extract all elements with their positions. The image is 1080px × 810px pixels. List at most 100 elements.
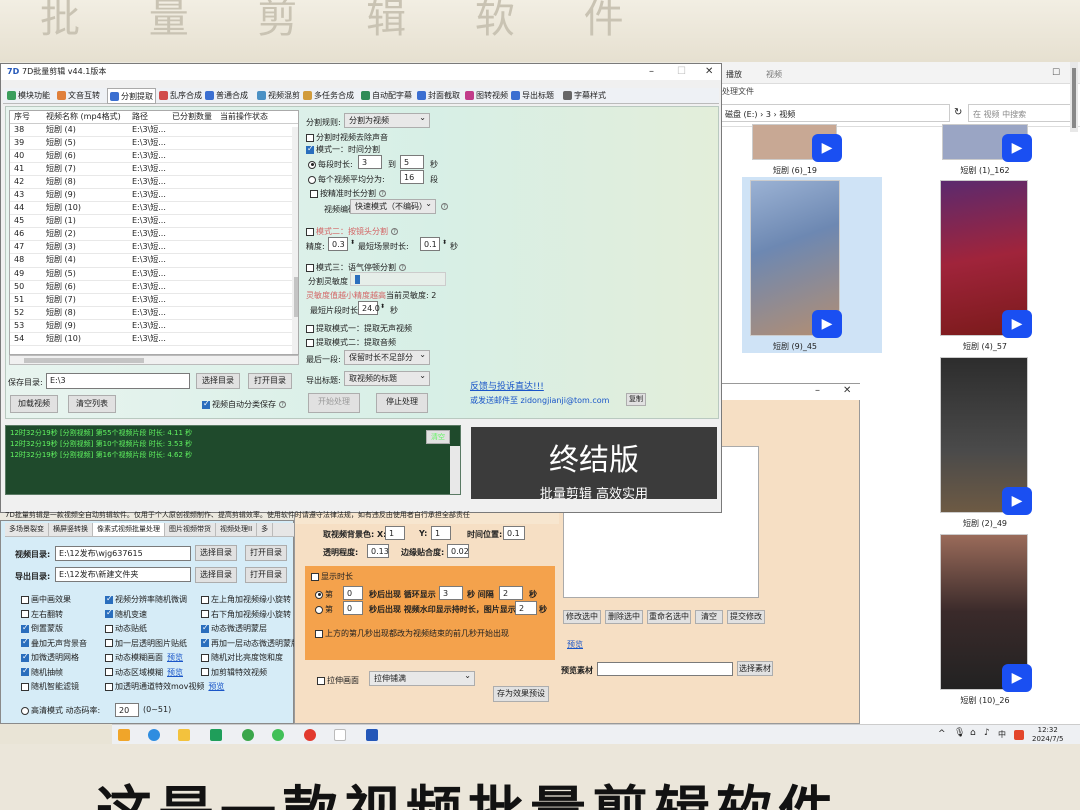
file-name[interactable]: 短剧 (4)_57 xyxy=(940,341,1030,352)
tab-7[interactable]: 自动配字幕 xyxy=(361,90,412,101)
bitrate-input[interactable]: 20 xyxy=(115,703,139,717)
stop-process-button[interactable]: 停止处理 xyxy=(376,393,428,413)
mode1-option[interactable]: 模式一：时间分割 xyxy=(306,144,380,155)
tab-6[interactable]: 多任务合成 xyxy=(303,90,354,101)
effect-option[interactable]: 动态微透明蒙层 xyxy=(201,623,267,634)
effect-checkbox[interactable] xyxy=(105,608,113,618)
last-seg-select[interactable]: 保留时长不足部分 xyxy=(344,349,430,365)
y-input[interactable]: 1 xyxy=(431,526,451,540)
edge-input[interactable]: 0.02 xyxy=(447,544,469,558)
edge-browser-icon[interactable] xyxy=(148,729,160,741)
extract2-checkbox[interactable] xyxy=(306,338,314,347)
effect-checkbox[interactable] xyxy=(21,682,29,691)
table-row[interactable]: 47 短剧 (3) E:\3\短... xyxy=(10,241,298,255)
effect-checkbox[interactable] xyxy=(21,595,29,604)
load-video-button[interactable]: 加载视频 xyxy=(10,395,58,413)
antivirus-icon[interactable] xyxy=(1014,730,1024,740)
open-video-dir-button[interactable]: 打开目录 xyxy=(245,545,287,561)
clear-list-button[interactable]: 清空列表 xyxy=(68,395,116,413)
effect-checkbox[interactable] xyxy=(21,637,29,647)
effect-checkbox[interactable] xyxy=(201,595,209,604)
video-grid[interactable]: 序号 视频名称 (mp4格式) 路径 已分割数量 当前操作状态 38 短剧 (4)… xyxy=(9,110,299,355)
precise-checkbox[interactable] xyxy=(310,189,318,198)
stretch-select[interactable]: 拉伸铺满 xyxy=(369,670,475,686)
video-dir-input[interactable]: E:\12发布\wjg637615 xyxy=(55,546,191,561)
open-export-dir-button[interactable]: 打开目录 xyxy=(245,567,287,583)
preview-link[interactable]: 预览 xyxy=(167,668,183,677)
help-icon[interactable]: ? xyxy=(379,190,386,197)
network-icon[interactable]: ⌂ xyxy=(970,728,976,738)
encode-select[interactable]: 快速模式（不编码） xyxy=(350,198,436,214)
help-icon[interactable]: ? xyxy=(441,203,448,210)
each-duration-radio[interactable] xyxy=(308,160,316,169)
table-row[interactable]: 38 短剧 (4) E:\3\短... xyxy=(10,124,298,138)
mode2-option[interactable]: 模式二：按镜头分割? xyxy=(306,226,398,237)
export-title-select[interactable]: 取视频的标题 xyxy=(344,370,430,386)
auto-save-option[interactable]: 视频自动分类保存? xyxy=(202,399,286,410)
7d-app-icon[interactable] xyxy=(366,729,378,741)
clear-button[interactable]: 清空 xyxy=(695,610,723,624)
effect-checkbox[interactable] xyxy=(105,639,113,647)
hd-mode-option[interactable]: 高清模式 动态码率: xyxy=(21,705,100,716)
show-duration-option[interactable]: 显示时长 xyxy=(311,571,353,582)
effect-checkbox[interactable] xyxy=(105,594,113,604)
explorer-tab-video[interactable]: 视频 xyxy=(766,69,782,80)
precision-input[interactable]: 0.3 xyxy=(328,237,348,251)
start-icon[interactable] xyxy=(118,729,130,741)
spin-icon[interactable]: ⬍ xyxy=(350,239,355,246)
row1-delay-input[interactable]: 0 xyxy=(343,586,363,600)
effect-checkbox[interactable] xyxy=(105,653,113,662)
effect-checkbox[interactable] xyxy=(21,610,29,618)
submit-edit-button[interactable]: 提交修改 xyxy=(727,610,765,624)
tab-pixel-batch[interactable]: 像素式视频批量处理 xyxy=(93,523,165,536)
material-path-input[interactable] xyxy=(597,662,733,676)
row2-delay-input[interactable]: 0 xyxy=(343,601,363,615)
tail-option[interactable]: 上方的第几秒出现都改为视频结束的前几秒开始出现 xyxy=(315,628,509,639)
tab-9[interactable]: 图转视频 xyxy=(465,90,508,101)
extract1-checkbox[interactable] xyxy=(306,324,314,333)
transparency-input[interactable]: 0.13 xyxy=(367,544,389,558)
col-status[interactable]: 当前操作状态 xyxy=(220,111,290,123)
tab-4[interactable]: 普通合成 xyxy=(205,90,248,101)
tab-11[interactable]: 字幕样式 xyxy=(563,90,606,101)
copy-button[interactable]: 复制 xyxy=(626,393,646,406)
refresh-icon[interactable]: ↻ xyxy=(954,107,962,118)
effect-checkbox[interactable] xyxy=(21,652,29,662)
record-icon[interactable] xyxy=(304,729,316,741)
mic-icon[interactable]: 🎙 xyxy=(954,728,965,738)
explorer-scrollbar[interactable] xyxy=(1070,62,1078,132)
avg-split-radio[interactable] xyxy=(308,175,316,184)
help-icon[interactable]: ? xyxy=(399,264,406,271)
effect-option[interactable]: 叠加无声背景音 xyxy=(21,637,87,649)
file-name[interactable]: 短剧 (6)_19 xyxy=(750,165,840,176)
precise-option[interactable]: 按精准时长分割? xyxy=(310,188,386,199)
folder-icon[interactable] xyxy=(178,729,190,741)
col-path[interactable]: 路径 xyxy=(128,111,172,123)
slider-thumb[interactable] xyxy=(355,275,360,284)
tab-8[interactable]: 封面截取 xyxy=(417,90,460,101)
table-row[interactable]: 49 短剧 (5) E:\3\短... xyxy=(10,268,298,281)
file-name[interactable]: 短剧 (9)_45 xyxy=(750,341,840,352)
effect-checkbox[interactable] xyxy=(105,682,113,691)
tail-checkbox[interactable] xyxy=(315,629,323,638)
table-row[interactable]: 39 短剧 (5) E:\3\短... xyxy=(10,137,298,151)
maximize-icon[interactable]: ☐ xyxy=(677,66,686,77)
row2-radio[interactable] xyxy=(315,605,323,614)
export-dir-input[interactable]: E:\12发布\新建文件夹 xyxy=(55,567,191,582)
table-row[interactable]: 48 短剧 (4) E:\3\短... xyxy=(10,254,298,268)
effect-option[interactable]: 画中画效果 xyxy=(21,594,71,605)
effect-checkbox[interactable] xyxy=(201,623,209,633)
feedback-link[interactable]: 反馈与投诉直达!!! xyxy=(470,379,544,392)
choose-export-dir-button[interactable]: 选择目录 xyxy=(195,567,237,583)
duration-to-input[interactable]: 5 xyxy=(400,155,424,169)
help-icon[interactable]: ? xyxy=(391,228,398,235)
log-scrollbar[interactable] xyxy=(450,446,460,494)
delete-selected-button[interactable]: 删除选中 xyxy=(605,610,643,624)
spin-icon[interactable]: ⬍ xyxy=(380,303,385,310)
row1-radio[interactable] xyxy=(315,590,323,599)
volume-icon[interactable]: ♪ xyxy=(984,728,990,738)
table-row[interactable]: 54 短剧 (10) E:\3\短... xyxy=(10,333,298,346)
clear-log-button[interactable]: 清空 xyxy=(426,430,450,444)
effect-option[interactable]: 再加一层动态微透明蒙版 xyxy=(201,637,299,649)
explorer-tab-tools[interactable]: 处理文件 xyxy=(722,86,754,97)
